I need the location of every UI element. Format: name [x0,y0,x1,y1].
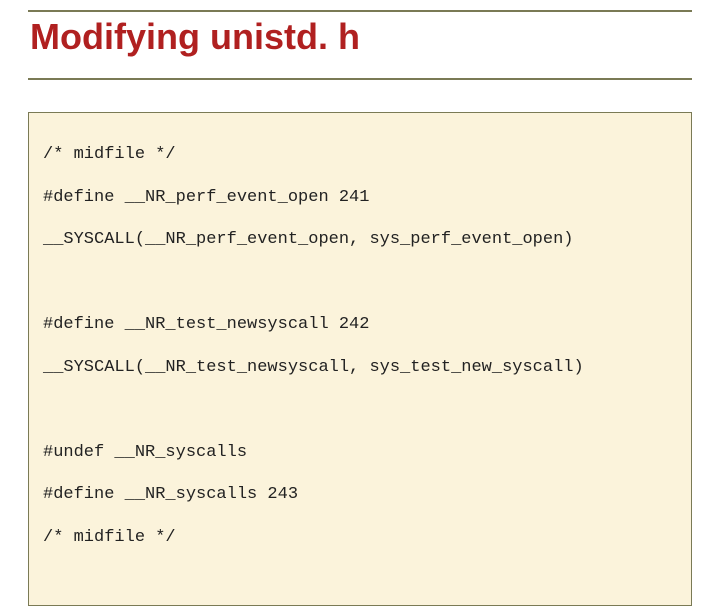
code-blank-line [43,399,677,420]
slide: Modifying unistd. h /* midfile */ #defin… [0,0,720,540]
code-line: #define __NR_perf_event_open 241 [43,187,677,208]
code-line: #define __NR_syscalls 243 [43,484,677,505]
code-line: __SYSCALL(__NR_perf_event_open, sys_perf… [43,229,677,250]
code-line: __SYSCALL(__NR_test_newsyscall, sys_test… [43,357,677,378]
code-block: /* midfile */ #define __NR_perf_event_op… [28,112,692,606]
code-line: /* midfile */ [43,144,677,165]
code-line: #define __NR_test_newsyscall 242 [43,314,677,335]
code-line: #undef __NR_syscalls [43,442,677,463]
title-container: Modifying unistd. h [28,10,692,80]
slide-title: Modifying unistd. h [28,16,692,58]
code-blank-line [43,272,677,293]
code-line: /* midfile */ [43,527,677,548]
